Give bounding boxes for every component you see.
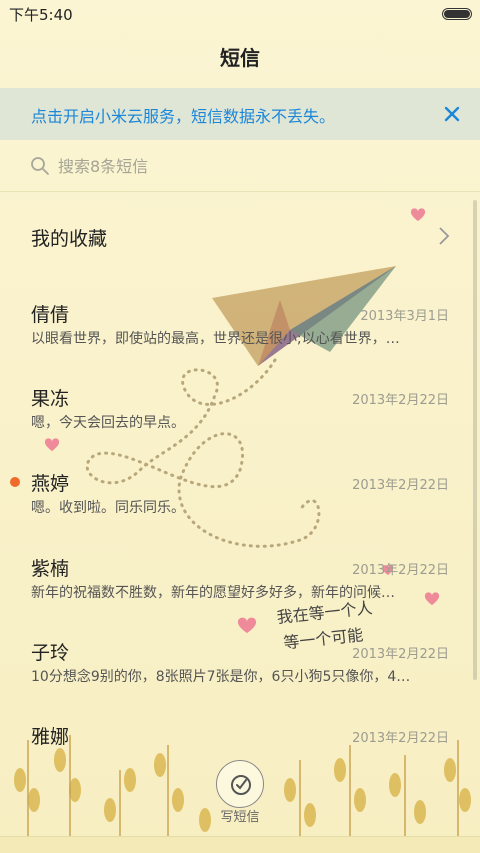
status-bar: 下午5:40 [0,0,480,28]
contact-name: 子玲 [31,642,70,664]
message-preview: 以眼看世界，即使站的最高，世界还是很小;以心看世界，… [31,331,400,347]
banner-text[interactable]: 点击开启小米云服务，短信数据永不丢失。 [31,103,335,127]
conversation-row[interactable]: 紫楠 2013年2月22日 新年的祝福数不胜数，新年的愿望好多好多，新年的问候… [0,542,480,626]
conversation-row[interactable]: 燕婷 2013年2月22日 嗯。收到啦。同乐同乐。 [0,457,480,541]
message-date: 2013年3月1日 [360,309,449,324]
search-input[interactable] [58,152,418,180]
message-date: 2013年2月22日 [352,563,449,578]
search-bar[interactable] [0,140,480,192]
compose-icon [231,775,251,795]
list-scrollbar[interactable] [473,200,477,680]
close-icon[interactable] [438,100,466,128]
message-preview: 新年的祝福数不胜数，新年的愿望好多好多，新年的问候… [31,585,395,601]
search-icon [31,157,49,175]
message-date: 2013年2月22日 [352,478,449,493]
conversation-row[interactable]: 子玲 2013年2月22日 10分想念9别的你，8张照片7张是你，6只小狗5只像… [0,626,480,710]
message-date: 2013年2月22日 [352,393,449,408]
contact-name: 倩倩 [31,304,70,326]
message-date: 2013年2月22日 [352,731,449,746]
message-preview: 嗯，今天会回去的早点。 [31,415,185,431]
contact-name: 燕婷 [31,473,70,495]
contact-name: 果冻 [31,388,70,410]
battery-fill [444,10,470,18]
conversation-row[interactable]: 倩倩 2013年3月1日 以眼看世界，即使站的最高，世界还是很小;以心看世界，… [0,288,480,372]
sms-app-screen: 我在等一个人 等一个可能 下午5:40 短信 点击开启小米云服务，短信数据永不丢… [0,0,480,853]
contact-name: 雅娜 [31,726,70,748]
message-date: 2013年2月22日 [352,647,449,662]
conversation-row[interactable]: 果冻 2013年2月22日 嗯，今天会回去的早点。 [0,372,480,456]
contact-name: 紫楠 [31,558,70,580]
battery-icon [442,8,472,20]
favorites-row[interactable]: 我的收藏 [0,200,480,272]
bottom-bar [0,836,480,853]
chevron-right-icon [439,227,450,245]
cloud-service-banner[interactable]: 点击开启小米云服务，短信数据永不丢失。 [0,88,480,140]
unread-indicator [10,477,20,487]
message-preview: 嗯。收到啦。同乐同乐。 [31,500,185,516]
compose-label[interactable]: 写短信 [0,806,480,825]
compose-button[interactable] [216,760,264,808]
status-time: 下午5:40 [9,6,73,24]
page-title: 短信 [220,46,260,70]
favorites-label: 我的收藏 [31,228,108,250]
message-preview: 10分想念9别的你，8张照片7张是你，6只小狗5只像你，4… [31,669,411,685]
